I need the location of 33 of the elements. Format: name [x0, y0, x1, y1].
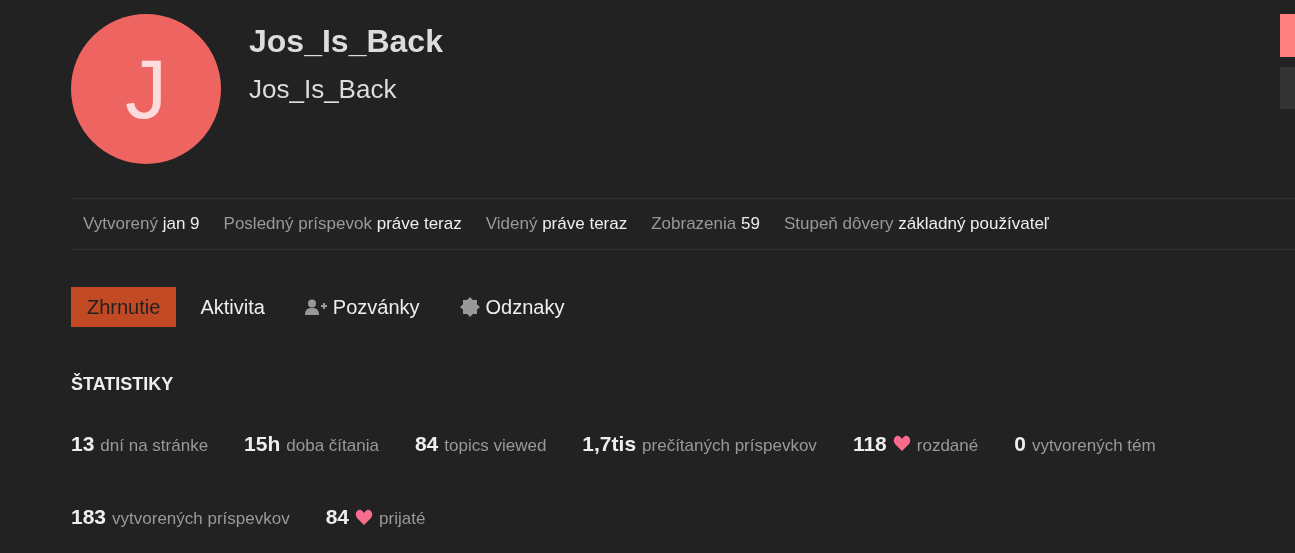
meta-item: Posledný príspevok práve teraz [223, 213, 462, 235]
stat-value: 1,7tis [582, 430, 637, 457]
stat-value: 183 [71, 504, 107, 530]
stat-value: 0 [1014, 430, 1026, 457]
tab[interactable]: Odznaky [443, 286, 581, 327]
full-name: Jos_Is_Back [249, 74, 398, 106]
stat-value: 118 [852, 430, 887, 457]
heart-icon [355, 508, 374, 525]
stat-label: dní na stránke [100, 434, 209, 457]
stat-label: prijaté [379, 508, 426, 530]
tab[interactable]: Pozvánky [288, 286, 436, 327]
section-heading: ŠTATISTIKY [71, 372, 175, 396]
user-plus-icon [304, 298, 327, 315]
meta-item: Vytvorený jan 9 [83, 213, 200, 235]
stat-label: rozdané [916, 434, 979, 457]
stat-label: vytvorených tém [1031, 434, 1156, 457]
stat-label: vytvorených príspevkov [112, 508, 290, 530]
badge-icon [459, 296, 480, 317]
stat-label: prečítaných príspevkov [642, 434, 817, 457]
tab[interactable]: Aktivita [184, 286, 281, 327]
stat-label: topics viewed [444, 434, 547, 457]
stat-value: 84 [325, 504, 350, 530]
stat-value: 13 [71, 430, 95, 457]
meta-item: Videný práve teraz [485, 213, 628, 235]
meta-item: Zobrazenia 59 [651, 213, 760, 235]
stat-label: doba čítania [286, 434, 379, 457]
stat-value: 84 [414, 430, 439, 457]
button-edge[interactable] [1280, 14, 1295, 57]
avatar: J [71, 14, 221, 164]
username: Jos_Is_Back [249, 22, 443, 61]
heart-icon [892, 435, 911, 452]
stat-value: 15h [244, 430, 281, 457]
meta-item: Stupeň dôvery základný používateľ [783, 213, 1049, 235]
